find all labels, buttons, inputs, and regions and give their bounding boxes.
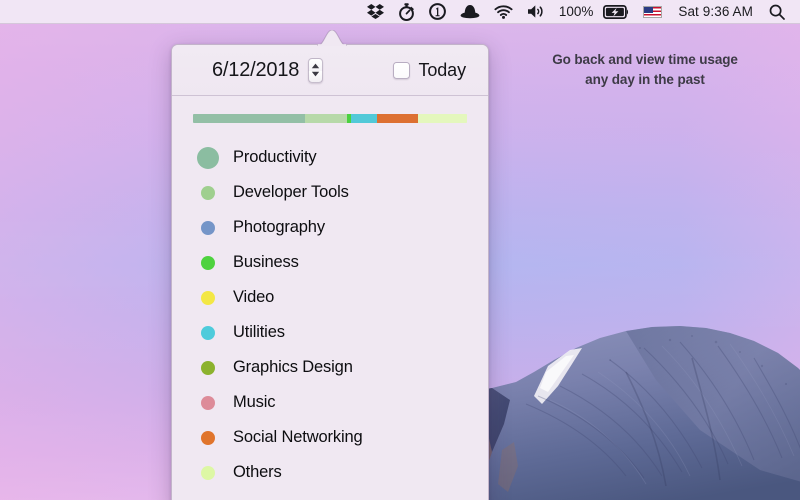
- battery-percentage[interactable]: 100%: [552, 0, 597, 24]
- wifi-icon[interactable]: [487, 0, 520, 24]
- legend-color-dot: [201, 430, 215, 445]
- legend-color-dot: [201, 290, 215, 305]
- dropbox-icon[interactable]: [360, 0, 391, 24]
- flag-graphic: [643, 5, 663, 18]
- annotation-callout: Go back and view time usage any day in t…: [520, 50, 770, 89]
- popover-callout-arrow: [317, 30, 347, 46]
- usage-bar-segment[interactable]: [417, 114, 467, 123]
- stopwatch-icon[interactable]: [391, 0, 422, 24]
- legend-color-dot: [201, 360, 215, 375]
- date-display[interactable]: 6/12/2018: [212, 59, 299, 82]
- flag-canton: [644, 6, 653, 14]
- legend-row[interactable]: Developer Tools: [172, 175, 488, 210]
- legend-label: Graphics Design: [233, 358, 353, 376]
- annotation-line-2: any day in the past: [585, 71, 705, 87]
- usage-bar-segment[interactable]: [305, 114, 347, 123]
- usage-stacked-bar[interactable]: [193, 114, 467, 123]
- menubar-clock[interactable]: Sat 9:36 AM: [669, 0, 762, 24]
- legend-row[interactable]: Social Networking: [172, 420, 488, 455]
- legend-label: Photography: [233, 218, 325, 236]
- legend-label: Productivity: [233, 148, 317, 166]
- legend-row[interactable]: Business: [172, 245, 488, 280]
- legend-label: Developer Tools: [233, 183, 349, 201]
- legend-row[interactable]: Utilities: [172, 315, 488, 350]
- legend-row[interactable]: Video: [172, 280, 488, 315]
- legend-row[interactable]: Music: [172, 385, 488, 420]
- legend-color-dot: [201, 395, 215, 410]
- legend-color-dot-cell: [183, 290, 233, 305]
- legend-color-dot: [201, 325, 215, 340]
- legend-row[interactable]: Others: [172, 455, 488, 490]
- usage-bar-segment[interactable]: [193, 114, 306, 123]
- today-toggle-group[interactable]: Today: [393, 60, 466, 81]
- legend-color-dot-cell: [183, 185, 233, 200]
- usage-bar-segment[interactable]: [350, 114, 378, 123]
- legend-color-dot-cell: [183, 360, 233, 375]
- legend-color-dot-cell: [183, 430, 233, 445]
- volume-icon[interactable]: [520, 0, 552, 24]
- legend-label: Music: [233, 393, 276, 411]
- legend-label: Utilities: [233, 323, 285, 341]
- legend-row[interactable]: Photography: [172, 210, 488, 245]
- legend-label: Business: [233, 253, 299, 271]
- legend-color-dot: [201, 220, 215, 235]
- battery-charging-icon[interactable]: [596, 0, 636, 24]
- legend-label: Video: [233, 288, 275, 306]
- category-legend-list: Productivity Developer Tools Photography Bu…: [172, 140, 488, 490]
- legend-color-dot: [201, 465, 215, 480]
- legend-color-dot-cell: [183, 220, 233, 235]
- legend-color-dot: [197, 146, 219, 169]
- annotation-line-1: Go back and view time usage: [552, 52, 738, 67]
- legend-row[interactable]: Productivity: [172, 140, 488, 175]
- bowler-hat-icon[interactable]: [453, 0, 487, 24]
- us-flag-icon[interactable]: [636, 0, 669, 24]
- legend-color-dot: [201, 185, 215, 200]
- legend-color-dot: [201, 255, 215, 270]
- menu-bar: 100% Sat 9:36 AM: [0, 0, 800, 24]
- timing-popover: 6/12/2018 Today Productivity Developer To…: [171, 44, 489, 500]
- today-checkbox[interactable]: [393, 61, 411, 79]
- onepassword-icon[interactable]: [422, 0, 453, 24]
- legend-color-dot-cell: [183, 465, 233, 480]
- popover-header: 6/12/2018 Today: [172, 45, 488, 96]
- usage-bar-container: [172, 96, 488, 123]
- legend-color-dot-cell: [183, 325, 233, 340]
- usage-bar-segment[interactable]: [377, 114, 418, 123]
- legend-label: Social Networking: [233, 428, 363, 446]
- date-stepper[interactable]: [308, 57, 324, 83]
- legend-color-dot-cell: [183, 255, 233, 270]
- stepper-down-arrow: [311, 72, 320, 77]
- legend-row[interactable]: Graphics Design: [172, 350, 488, 385]
- today-label: Today: [418, 59, 466, 80]
- legend-label: Others: [233, 463, 282, 481]
- legend-color-dot-cell: [183, 146, 233, 169]
- search-icon[interactable]: [762, 0, 792, 24]
- stepper-up-arrow: [311, 63, 320, 68]
- legend-color-dot-cell: [183, 395, 233, 410]
